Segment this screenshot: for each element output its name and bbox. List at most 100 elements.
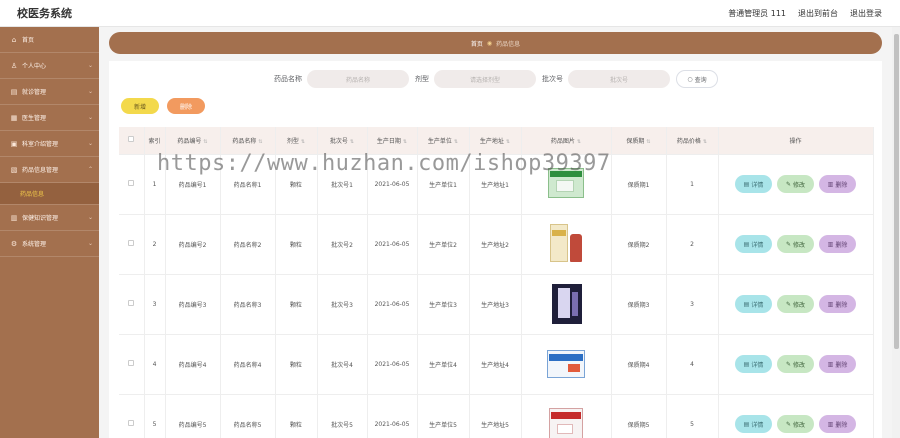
column-header[interactable]: 生产日期 ⇅ [367, 127, 418, 155]
back-to-frontend-link[interactable]: 退出到前台 [798, 8, 838, 19]
cell-name: 药品名称2 [220, 214, 276, 275]
table-row: 4 药品编号4 药品名称4 颗粒 批次号4 2021-06-05 生产单位4 生产地址4 保质期… [119, 334, 874, 395]
sort-icon: ⇅ [349, 138, 355, 145]
detail-button[interactable]: ▤ 详情 [735, 295, 772, 313]
breadcrumb-home[interactable]: 首页 [471, 39, 483, 48]
drug-image[interactable] [546, 222, 586, 266]
column-header[interactable]: 药品名称 ⇅ [220, 127, 276, 155]
column-header[interactable]: 生产单位 ⇅ [417, 127, 470, 155]
add-button[interactable]: 新增 [121, 98, 159, 114]
row-checkbox[interactable] [119, 214, 145, 275]
sidebar-item-departments[interactable]: ▣ 科室介绍管理 ⌄ [0, 131, 99, 157]
chevron-down-icon: ⌄ [87, 62, 93, 69]
row-checkbox[interactable] [119, 154, 145, 215]
detail-button[interactable]: ▤ 详情 [735, 175, 772, 193]
drug-image[interactable] [546, 282, 586, 326]
cell-date: 2021-06-05 [367, 214, 418, 275]
sidebar-item-label: 就诊管理 [22, 89, 47, 96]
sort-icon: ⇅ [453, 138, 459, 145]
form-select[interactable]: 请选择剂型 [434, 70, 536, 88]
column-header[interactable]: 批次号 ⇅ [317, 127, 368, 155]
detail-button[interactable]: ▤ 详情 [735, 235, 772, 253]
content-panel: 药品名称 药品名称 剂型 请选择剂型 批次号 批次号 ○ 查询 新增 删除 ht… [109, 61, 882, 438]
trash-icon: ▥ [827, 360, 834, 368]
detail-button[interactable]: ▤ 详情 [735, 415, 772, 433]
cell-code: 药品编号5 [165, 394, 221, 438]
scrollbar-thumb[interactable] [894, 34, 899, 349]
sidebar-item-label: 首页 [22, 37, 35, 44]
remove-button[interactable]: ▥ 删除 [819, 295, 856, 313]
edit-button[interactable]: ✎ 修改 [777, 415, 814, 433]
sidebar-item-label: 医生管理 [22, 115, 47, 122]
column-header[interactable]: 生产地址 ⇅ [469, 127, 522, 155]
cell-shelf-life: 保质期4 [611, 334, 667, 395]
select-all-checkbox[interactable] [119, 127, 145, 155]
detail-button[interactable]: ▤ 详情 [735, 355, 772, 373]
cell-operations: ▤ 详情 ✎ 修改 ▥ 删除 [718, 274, 874, 335]
chevron-down-icon: ⌄ [87, 88, 93, 95]
sidebar-item-label: 科室介绍管理 [22, 141, 59, 148]
table-header-row: 索引 药品编号 ⇅ 药品名称 ⇅ 剂型 ⇅ 批次号 ⇅ 生产日期 ⇅ 生产单位 ⇅ 生产地址… [119, 127, 874, 155]
drug-image[interactable] [546, 402, 586, 438]
cell-address: 生产地址5 [469, 394, 522, 438]
sidebar-item-system[interactable]: ⚙ 系统管理 ⌄ [0, 231, 99, 257]
pencil-icon: ✎ [785, 360, 791, 368]
delete-button[interactable]: 删除 [167, 98, 205, 114]
edit-button[interactable]: ✎ 修改 [777, 235, 814, 253]
drug-image[interactable] [546, 162, 586, 206]
sort-icon: ⇅ [402, 138, 408, 145]
drug-image[interactable] [546, 342, 586, 386]
sidebar-item-doctors[interactable]: ▦ 医生管理 ⌄ [0, 105, 99, 131]
table-row: 3 药品编号3 药品名称3 颗粒 批次号3 2021-06-05 生产单位3 生产地址3 保质期… [119, 274, 874, 335]
cell-form: 颗粒 [275, 394, 318, 438]
row-checkbox[interactable] [119, 334, 145, 395]
cell-unit: 生产单位5 [417, 394, 470, 438]
pencil-icon: ✎ [785, 240, 791, 248]
drug-name-input[interactable]: 药品名称 [307, 70, 409, 88]
document-icon: ▤ [743, 300, 750, 308]
cell-operations: ▤ 详情 ✎ 修改 ▥ 删除 [718, 334, 874, 395]
cell-date: 2021-06-05 [367, 334, 418, 395]
clipboard-icon: ▤ [10, 87, 18, 96]
column-header[interactable]: 药品价格 ⇅ [666, 127, 719, 155]
column-header[interactable]: 索引 [144, 127, 166, 155]
sort-icon: ⇅ [646, 138, 651, 145]
cell-form: 颗粒 [275, 274, 318, 335]
sidebar-subitem-drug-info[interactable]: 药品信息 [0, 183, 99, 205]
sidebar-item-profile[interactable]: ♙ 个人中心 ⌄ [0, 53, 99, 79]
remove-button[interactable]: ▥ 删除 [819, 355, 856, 373]
cell-code: 药品编号3 [165, 274, 221, 335]
chevron-down-icon: ⌄ [87, 114, 93, 121]
sidebar-item-home[interactable]: ⌂ 首页 [0, 27, 99, 53]
remove-button[interactable]: ▥ 删除 [819, 175, 856, 193]
current-user: 普通管理员 111 [728, 8, 786, 18]
sidebar-item-label: 个人中心 [22, 63, 47, 70]
pencil-icon: ✎ [785, 180, 791, 188]
trash-icon: ▥ [827, 300, 834, 308]
row-checkbox[interactable] [119, 394, 145, 438]
document-icon: ▤ [743, 420, 750, 428]
cell-name: 药品名称4 [220, 334, 276, 395]
sort-icon: ⇅ [576, 138, 582, 145]
cell-price: 3 [666, 274, 719, 335]
edit-button[interactable]: ✎ 修改 [777, 355, 814, 373]
cell-address: 生产地址4 [469, 334, 522, 395]
edit-button[interactable]: ✎ 修改 [777, 295, 814, 313]
sidebar-item-visits[interactable]: ▤ 就诊管理 ⌄ [0, 79, 99, 105]
edit-button[interactable]: ✎ 修改 [777, 175, 814, 193]
table-row: 1 药品编号1 药品名称1 颗粒 批次号1 2021-06-05 生产单位1 生产地址1 保质期… [119, 154, 874, 215]
remove-button[interactable]: ▥ 删除 [819, 235, 856, 253]
column-header[interactable]: 药品图片 ⇅ [521, 127, 612, 155]
sidebar-item-drugs[interactable]: ▧ 药品信息管理 ⌃ [0, 157, 99, 183]
column-header[interactable]: 剂型 ⇅ [275, 127, 318, 155]
column-header[interactable]: 药品编号 ⇅ [165, 127, 221, 155]
cell-name: 药品名称3 [220, 274, 276, 335]
row-checkbox[interactable] [119, 274, 145, 335]
building-icon: ▣ [10, 139, 18, 148]
logout-link[interactable]: 退出登录 [850, 8, 882, 19]
sidebar-item-health[interactable]: ▥ 保健知识管理 ⌄ [0, 205, 99, 231]
batch-input[interactable]: 批次号 [568, 70, 670, 88]
remove-button[interactable]: ▥ 删除 [819, 415, 856, 433]
query-button[interactable]: ○ 查询 [676, 70, 718, 88]
column-header[interactable]: 保质期 ⇅ [611, 127, 667, 155]
